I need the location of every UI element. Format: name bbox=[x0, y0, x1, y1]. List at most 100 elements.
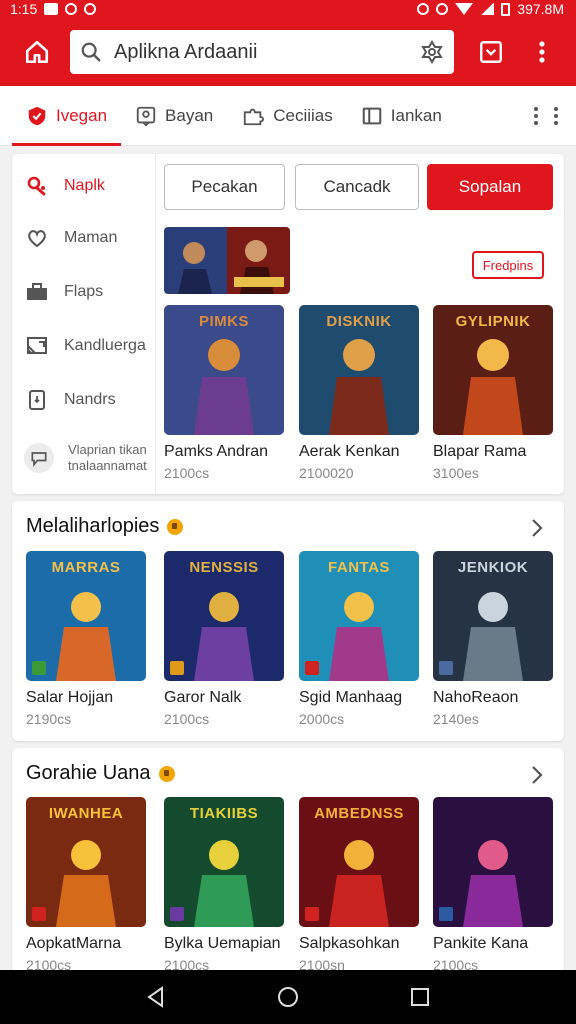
rating-badge-icon bbox=[439, 907, 453, 921]
side-item-maman[interactable]: Maman bbox=[12, 216, 156, 260]
app-thumbnail: GYLIPNIK bbox=[433, 305, 553, 435]
app-thumbnail: JENKIOK bbox=[433, 551, 553, 681]
app-name: Salar Hojjan bbox=[26, 689, 114, 706]
app-downloads: 3100es bbox=[433, 465, 479, 481]
tab-iankan[interactable]: Iankan bbox=[347, 86, 456, 146]
section-gorahie-uana: Gorahie Uana IWANHEA AopkatMarna 2100cs … bbox=[12, 748, 564, 974]
app-name: Blapar Rama bbox=[433, 443, 527, 460]
app-downloads: 2100cs bbox=[164, 465, 210, 481]
app-tile[interactable]: MARRAS Salar Hojjan 2190cs bbox=[26, 551, 156, 737]
tab-ivegan[interactable]: Ivegan bbox=[12, 86, 122, 146]
coin-icon bbox=[158, 765, 175, 782]
search-box[interactable] bbox=[70, 30, 454, 74]
overflow-menu-button[interactable] bbox=[515, 25, 569, 79]
cast-icon bbox=[24, 333, 50, 359]
side-item-label: Nandrs bbox=[64, 391, 116, 408]
settings-icon[interactable] bbox=[420, 40, 444, 64]
category-tabs: Ivegan Bayan Ceciiias Iankan bbox=[0, 86, 576, 146]
tab-label: Iankan bbox=[390, 105, 442, 125]
app-name: Pankite Kana bbox=[433, 935, 529, 952]
book-icon bbox=[362, 107, 382, 124]
thumb-title: IWANHEA bbox=[48, 805, 124, 822]
filter-button-pecakan[interactable]: Pecakan bbox=[164, 164, 285, 210]
app-tile[interactable]: JENKIOK NahoReaon 2140es bbox=[433, 551, 563, 737]
app-tile[interactable]: GYLIPNIK Blapar Rama 3100es bbox=[433, 305, 563, 491]
gamepad-icon bbox=[24, 173, 50, 199]
bluetooth-icon bbox=[417, 3, 430, 15]
tab-label: Ivegan bbox=[56, 105, 108, 125]
recents-square-icon bbox=[411, 988, 429, 1006]
search-icon bbox=[81, 42, 101, 62]
home-button[interactable] bbox=[10, 25, 64, 79]
side-item-label: Flaps bbox=[64, 283, 104, 300]
app-tile[interactable]: NENSSIS Garor Nalk 2100cs bbox=[164, 551, 294, 737]
downloads-button[interactable] bbox=[464, 25, 518, 79]
app-thumbnail: MARRAS bbox=[26, 551, 146, 681]
side-menu: Naplk Maman Flaps Kandluerga Nandrs Vlap… bbox=[12, 154, 156, 494]
side-item-nandrs[interactable]: Nandrs bbox=[12, 378, 156, 422]
app-tile[interactable]: AMBEDNSS Salpkasohkan 2100sn bbox=[299, 797, 429, 983]
section-title: Gorahie Uana bbox=[26, 762, 175, 785]
app-thumbnail: TIAKIIBS bbox=[164, 797, 284, 927]
system-nav-bar bbox=[0, 970, 576, 1024]
rating-badge-icon bbox=[439, 661, 453, 675]
status-bar: 1:15 397.8M bbox=[0, 0, 576, 18]
tabs-more-button[interactable] bbox=[516, 86, 576, 146]
side-item-flaps[interactable]: Flaps bbox=[12, 270, 156, 314]
thumb-title: JENKIOK bbox=[457, 559, 529, 576]
app-name: Pamks Andran bbox=[164, 443, 269, 460]
rating-badge-icon bbox=[32, 907, 46, 921]
app-name: Salpkasohkan bbox=[299, 935, 400, 952]
app-tile[interactable]: PIMKS Pamks Andran 2100cs bbox=[164, 305, 294, 491]
side-item-naplk[interactable]: Naplk bbox=[12, 164, 156, 208]
home-nav-button[interactable] bbox=[268, 977, 308, 1017]
more-vertical-icon bbox=[554, 107, 558, 125]
app-name: AopkatMarna bbox=[26, 935, 122, 952]
app-thumbnail: IWANHEA bbox=[26, 797, 146, 927]
section-more-button[interactable] bbox=[524, 762, 550, 788]
app-tile[interactable]: Pankite Kana 2100cs bbox=[433, 797, 563, 983]
home-circle-icon bbox=[278, 987, 298, 1007]
app-thumbnail bbox=[433, 797, 553, 927]
signal-icon bbox=[480, 3, 495, 15]
thumb-title: DISKNIK bbox=[326, 313, 392, 330]
back-button[interactable] bbox=[136, 977, 176, 1017]
app-thumbnail: FANTAS bbox=[299, 551, 419, 681]
filter-button-cancadk[interactable]: Cancadk bbox=[295, 164, 419, 210]
side-item-label: Vlaprian tikan tnalaannamat bbox=[68, 442, 147, 473]
app-thumbnail: AMBEDNSS bbox=[299, 797, 419, 927]
promo-banner-image[interactable] bbox=[164, 227, 290, 294]
tab-ceciiias[interactable]: Ceciiias bbox=[227, 86, 347, 146]
app-tile[interactable]: TIAKIIBS Bylka Uemapian 2100cs bbox=[164, 797, 294, 983]
thumb-title: AMBEDNSS bbox=[314, 805, 404, 822]
puzzle-icon bbox=[244, 108, 265, 125]
phone-icon bbox=[24, 387, 50, 413]
side-item-label: Maman bbox=[64, 229, 118, 246]
app-downloads: 2000cs bbox=[299, 711, 345, 727]
thumb-title: TIAKIIBS bbox=[189, 805, 259, 822]
section-title-text: Melaliharlopies bbox=[26, 515, 160, 537]
chat-icon bbox=[24, 443, 54, 473]
rating-badge-icon bbox=[305, 907, 319, 921]
app-tile[interactable]: IWANHEA AopkatMarna 2100cs bbox=[26, 797, 156, 983]
section-melaliharlopies: Melaliharlopies MARRAS Salar Hojjan 2190… bbox=[12, 501, 564, 741]
app-tile[interactable]: FANTAS Sgid Manhaag 2000cs bbox=[299, 551, 429, 737]
section-more-button[interactable] bbox=[524, 515, 550, 541]
tab-bayan[interactable]: Bayan bbox=[121, 86, 227, 146]
thumb-title: GYLIPNIK bbox=[455, 313, 531, 330]
more-vertical-icon bbox=[539, 41, 545, 63]
recents-button[interactable] bbox=[400, 977, 440, 1017]
app-downloads: 2100cs bbox=[164, 711, 210, 727]
side-item-kandluerga[interactable]: Kandluerga bbox=[12, 324, 156, 368]
app-downloads: 2100020 bbox=[299, 465, 354, 481]
battery-icon bbox=[501, 2, 511, 16]
search-input[interactable] bbox=[114, 40, 420, 64]
featured-badge[interactable]: Fredpins bbox=[472, 251, 544, 279]
home-icon bbox=[25, 40, 49, 64]
app-name: Aerak Kenkan bbox=[299, 443, 400, 460]
app-tile[interactable]: DISKNIK Aerak Kenkan 2100020 bbox=[299, 305, 429, 491]
filter-button-sopalan[interactable]: Sopalan bbox=[427, 164, 553, 210]
app-thumbnail: NENSSIS bbox=[164, 551, 284, 681]
side-item-chat[interactable]: Vlaprian tikan tnalaannamat bbox=[12, 436, 156, 480]
alert-icon bbox=[84, 3, 97, 15]
